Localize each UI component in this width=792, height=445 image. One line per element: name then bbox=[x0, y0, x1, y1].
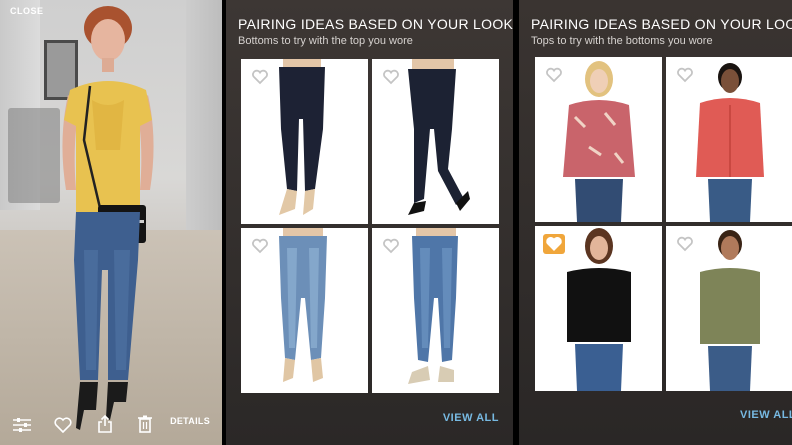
sliders-icon[interactable] bbox=[12, 417, 32, 433]
close-button[interactable]: CLOSE bbox=[10, 6, 44, 16]
share-icon[interactable] bbox=[97, 415, 113, 433]
favorite-heart-icon[interactable] bbox=[543, 65, 565, 85]
favorite-heart-icon[interactable] bbox=[249, 236, 271, 256]
tops-view-all-link[interactable]: VIEW ALL bbox=[740, 409, 792, 421]
favorite-heart-icon[interactable] bbox=[380, 67, 402, 87]
details-button[interactable]: DETAILS bbox=[170, 416, 210, 426]
bottoms-pairing-panel: PAIRING IDEAS BASED ON YOUR LOOK Bottoms… bbox=[226, 0, 513, 445]
tops-item-card[interactable] bbox=[666, 57, 792, 222]
tops-panel-subtitle: Tops to try with the bottoms you wore bbox=[531, 35, 713, 47]
bottoms-item-card[interactable] bbox=[241, 228, 368, 393]
side-wall bbox=[186, 0, 222, 250]
favorite-heart-icon[interactable] bbox=[249, 67, 271, 87]
look-photo-panel: CLOSE DETAILS bbox=[0, 0, 222, 445]
bottoms-view-all-link[interactable]: VIEW ALL bbox=[443, 412, 499, 424]
trash-icon[interactable] bbox=[138, 415, 152, 433]
look-toolbar: DETAILS bbox=[0, 403, 222, 445]
bottoms-panel-subtitle: Bottoms to try with the top you wore bbox=[238, 35, 413, 47]
favorite-heart-icon[interactable] bbox=[674, 234, 696, 254]
bottoms-item-card[interactable] bbox=[372, 228, 499, 393]
tops-panel-title: PAIRING IDEAS BASED ON YOUR LOOK bbox=[531, 16, 792, 32]
tops-item-card[interactable] bbox=[666, 226, 792, 391]
bottoms-item-card[interactable] bbox=[372, 59, 499, 224]
favorite-heart-icon[interactable] bbox=[674, 65, 696, 85]
favorite-heart-icon[interactable] bbox=[543, 234, 565, 254]
heart-icon[interactable] bbox=[54, 417, 72, 433]
bottoms-panel-title: PAIRING IDEAS BASED ON YOUR LOOK bbox=[238, 16, 513, 32]
bottoms-item-card[interactable] bbox=[241, 59, 368, 224]
tops-item-card[interactable] bbox=[535, 226, 662, 391]
tops-pairing-panel: PAIRING IDEAS BASED ON YOUR LOOK Tops to… bbox=[519, 0, 792, 445]
favorite-heart-icon[interactable] bbox=[380, 236, 402, 256]
tops-item-card[interactable] bbox=[535, 57, 662, 222]
user-photo bbox=[62, 6, 154, 430]
